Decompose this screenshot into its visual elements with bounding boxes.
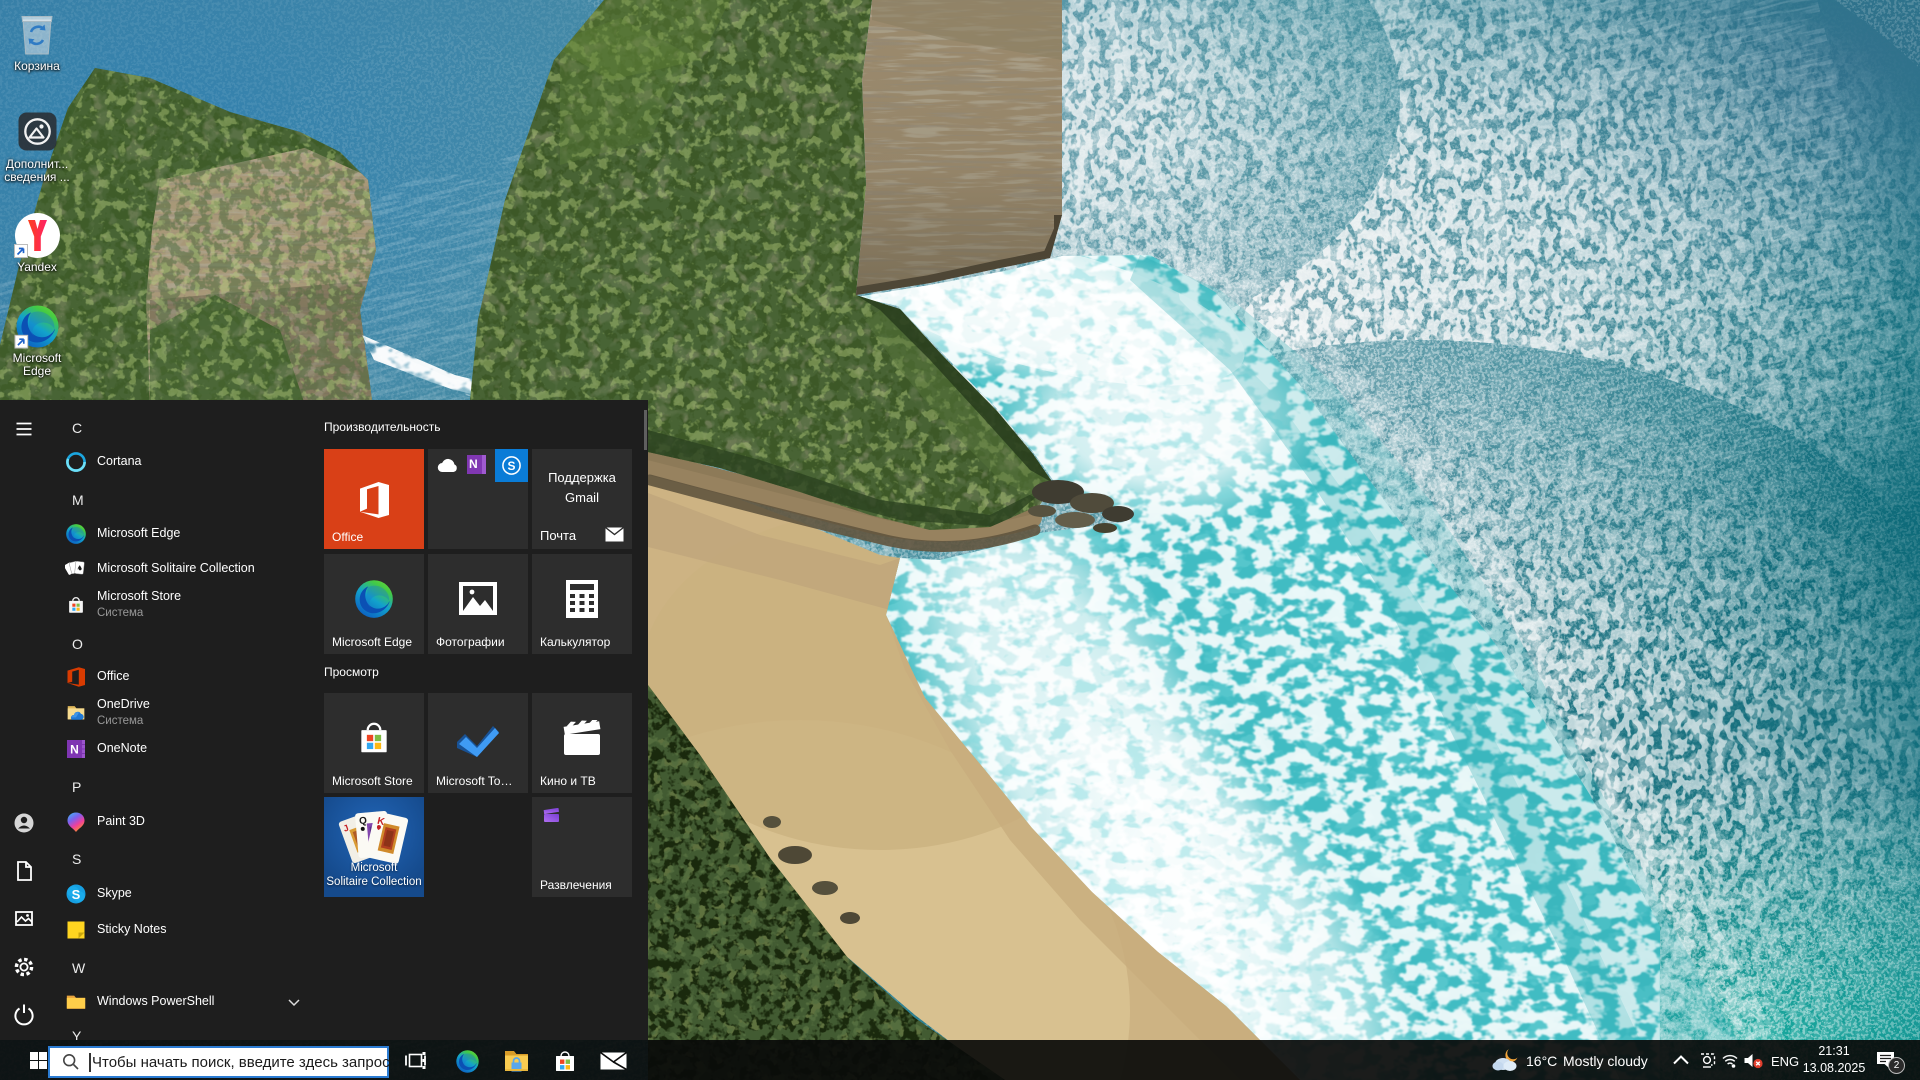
svg-text:S: S xyxy=(508,459,516,473)
svg-text:N: N xyxy=(70,743,79,757)
svg-text:Q: Q xyxy=(359,815,368,827)
svg-text:S: S xyxy=(72,887,81,902)
